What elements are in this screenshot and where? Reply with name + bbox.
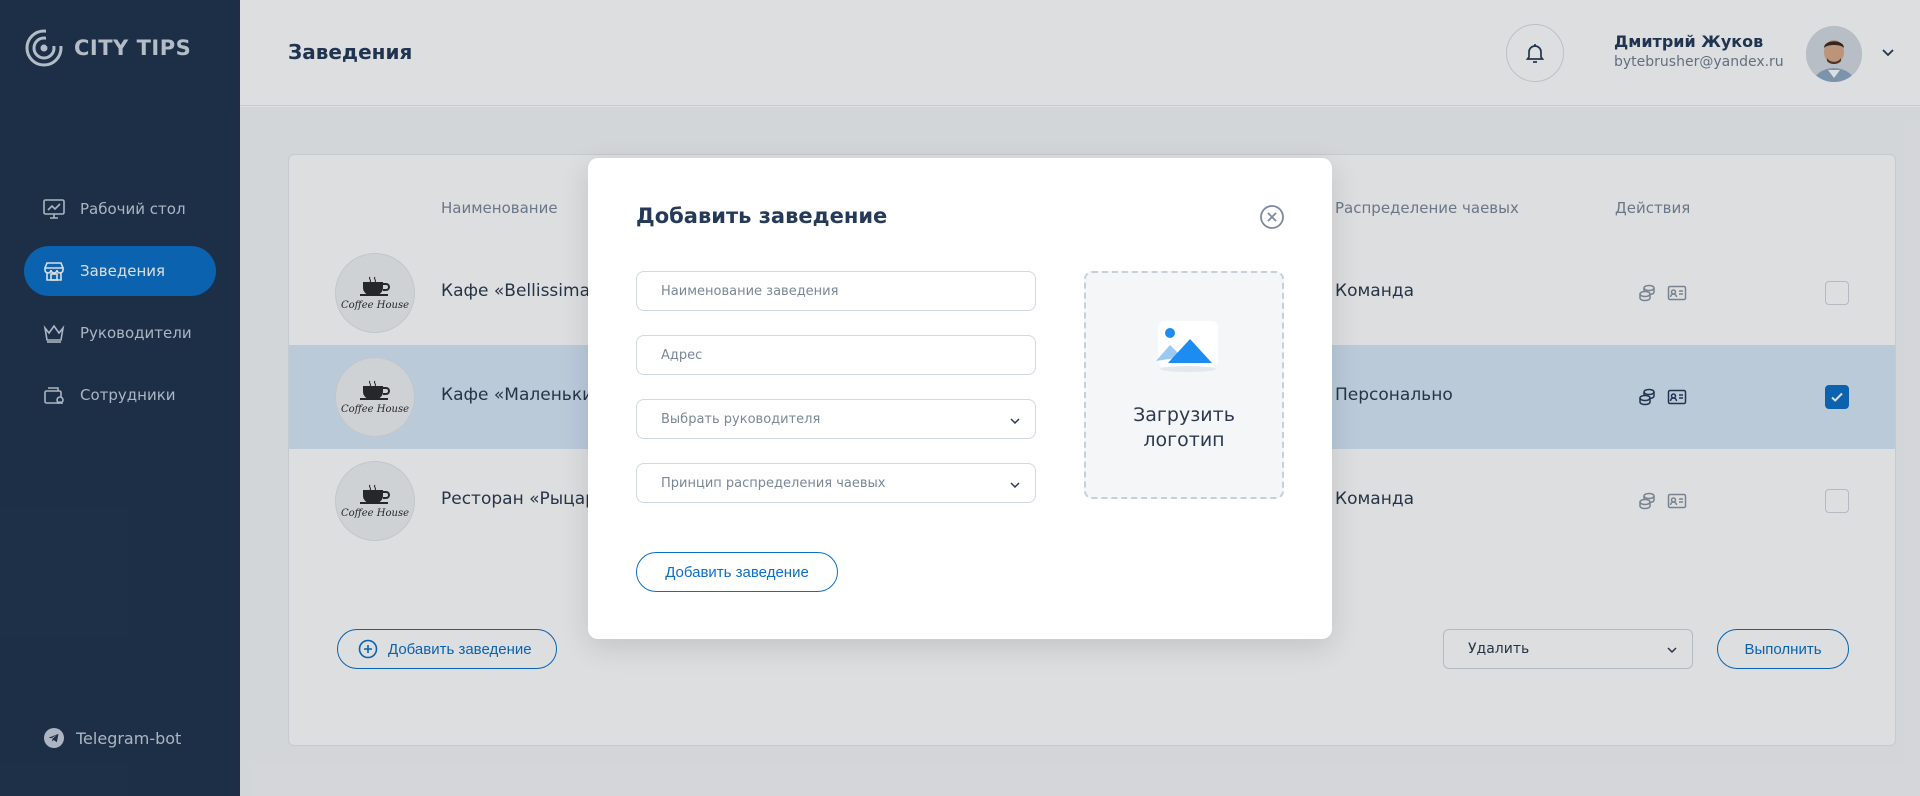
close-icon[interactable]: [1259, 204, 1285, 230]
tips-principle-select[interactable]: Принцип распределения чаевых: [636, 463, 1036, 503]
upload-logo-text: Загрузить логотип: [1086, 403, 1282, 453]
upload-logo-line1: Загрузить: [1133, 404, 1235, 426]
manager-select-placeholder: Выбрать руководителя: [661, 411, 821, 427]
tips-principle-placeholder: Принцип распределения чаевых: [661, 475, 886, 491]
upload-logo-line2: логотип: [1143, 429, 1225, 451]
manager-select[interactable]: Выбрать руководителя: [636, 399, 1036, 439]
chevron-down-icon: [1010, 418, 1020, 425]
logo-upload-dropzone[interactable]: Загрузить логотип: [1084, 271, 1284, 499]
image-upload-icon: [1156, 321, 1218, 372]
chevron-down-icon: [1010, 482, 1020, 489]
address-input[interactable]: [636, 335, 1036, 375]
add-venue-modal: Добавить заведение Выбрать руководителя …: [588, 158, 1332, 639]
submit-add-venue-button[interactable]: Добавить заведение: [636, 552, 838, 592]
venue-name-input[interactable]: [636, 271, 1036, 311]
modal-title: Добавить заведение: [636, 204, 888, 228]
